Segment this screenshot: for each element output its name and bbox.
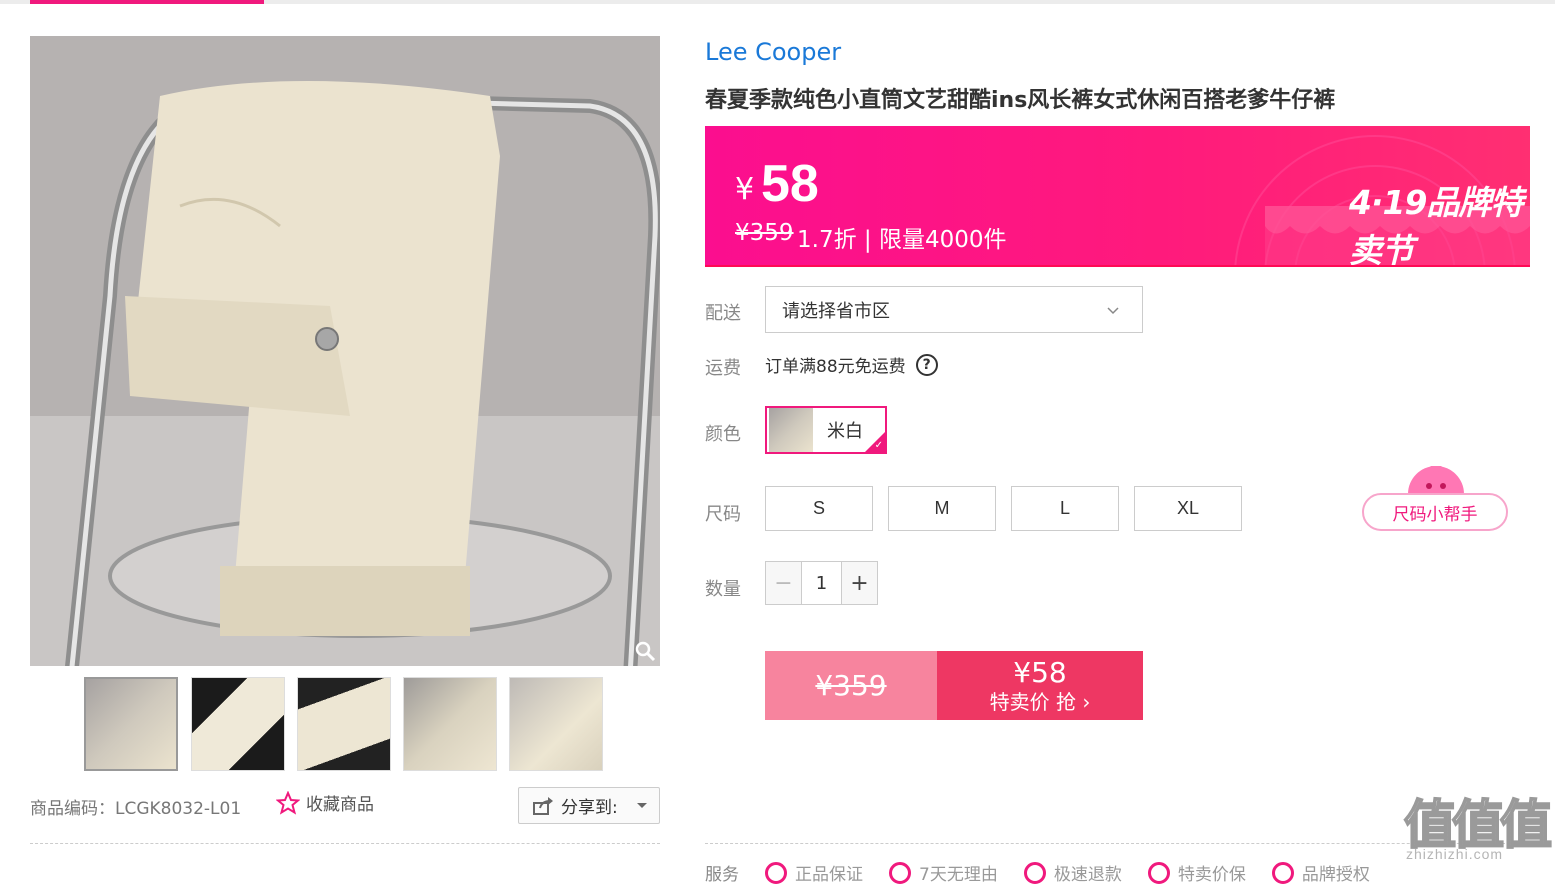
original-price: ¥359 [735,220,794,246]
quantity-label: 数量 [705,579,741,600]
thumbnail-1[interactable] [84,677,178,771]
thumbnail-3[interactable] [297,677,391,771]
size-helper-label: 尺码小帮手 [1362,493,1508,531]
quantity-increase-button[interactable]: + [842,562,877,604]
size-option-xl[interactable]: XL [1134,486,1242,531]
thumbnail-2[interactable] [191,677,285,771]
region-select[interactable]: 请选择省市区 [765,286,1143,333]
shipping-info: 订单满88元免运费 ? [765,352,938,377]
festival-label: 4·19品牌特卖节 [1349,183,1523,267]
color-swatch-image [769,408,813,452]
service-list: 服务 正品保证 7天无理由 极速退款 特卖价保 品牌授权 [705,860,1370,885]
top-nav-active-indicator [30,0,264,4]
buy-action-label: 特卖价 抢 › [989,689,1091,714]
size-option-m[interactable]: M [888,486,996,531]
service-ring-icon [1147,861,1170,884]
buy-price: ¥58 [1013,655,1067,689]
star-icon [276,790,300,815]
divider [30,843,660,844]
service-item: 极速退款 [1023,860,1122,885]
product-title: 春夏季款纯色小直筒文艺甜酷ins风长裤女式休闲百搭老爹牛仔裤 [705,88,1336,113]
favorite-button[interactable]: 收藏商品 [276,790,374,815]
zoom-icon[interactable] [634,640,656,662]
quantity-decrease-button[interactable]: − [766,562,801,604]
service-item: 正品保证 [765,860,863,885]
discount-info: 1.7折 | 限量4000件 [797,227,1007,253]
price-currency: ¥ [735,172,755,207]
thumbnail-5[interactable] [509,677,603,771]
service-ring-icon [889,861,911,884]
share-label: 分享到: [561,798,618,818]
quantity-stepper: − 1 + [765,561,878,605]
size-helper-button[interactable]: 尺码小帮手 [1362,462,1508,532]
share-icon [533,796,553,815]
buy-now-button[interactable]: ¥58 特卖价 抢 › [937,651,1143,720]
color-option-selected[interactable]: 米白 ✓ [765,406,887,454]
share-dropdown[interactable]: 分享到: [518,787,660,824]
watermark-site: zhizhizhi.com [1406,846,1504,862]
shipping-label: 运费 [705,358,741,379]
service-item: 特卖价保 [1147,860,1246,885]
size-option-s[interactable]: S [765,486,873,531]
chevron-down-icon [1107,307,1119,315]
brand-link[interactable]: Lee Cooper [705,38,841,66]
main-product-image[interactable] [30,36,660,666]
color-label: 颜色 [705,424,741,445]
help-icon[interactable]: ? [915,353,938,376]
quantity-input[interactable]: 1 [801,562,842,604]
region-select-value: 请选择省市区 [782,300,890,322]
thumbnail-4[interactable] [403,677,497,771]
check-icon: ✓ [874,440,883,451]
color-option-name: 米白 [827,421,863,442]
size-label: 尺码 [705,504,741,525]
buy-button[interactable]: ¥359 ¥58 特卖价 抢 › [765,651,1143,720]
size-option-l[interactable]: L [1011,486,1119,531]
product-code: 商品编码：LCGK8032-L01 [30,799,242,819]
shipping-text: 订单满88元免运费 [765,357,906,377]
service-label: 服务 [705,865,739,885]
service-ring-icon [765,861,787,884]
caret-down-icon [637,803,647,808]
top-nav-bar [0,0,1555,4]
favorite-label: 收藏商品 [306,795,374,815]
service-item: 品牌授权 [1271,860,1370,885]
current-price: 58 [761,155,819,213]
service-item: 7天无理由 [889,860,998,885]
price-banner: ¥ 58 ¥359 1.7折 | 限量4000件 4·19品牌特卖节 [705,126,1530,267]
delivery-label: 配送 [705,303,741,324]
service-ring-icon [1023,861,1046,884]
service-ring-icon [1271,861,1294,884]
buy-original-price: ¥359 [765,651,937,720]
